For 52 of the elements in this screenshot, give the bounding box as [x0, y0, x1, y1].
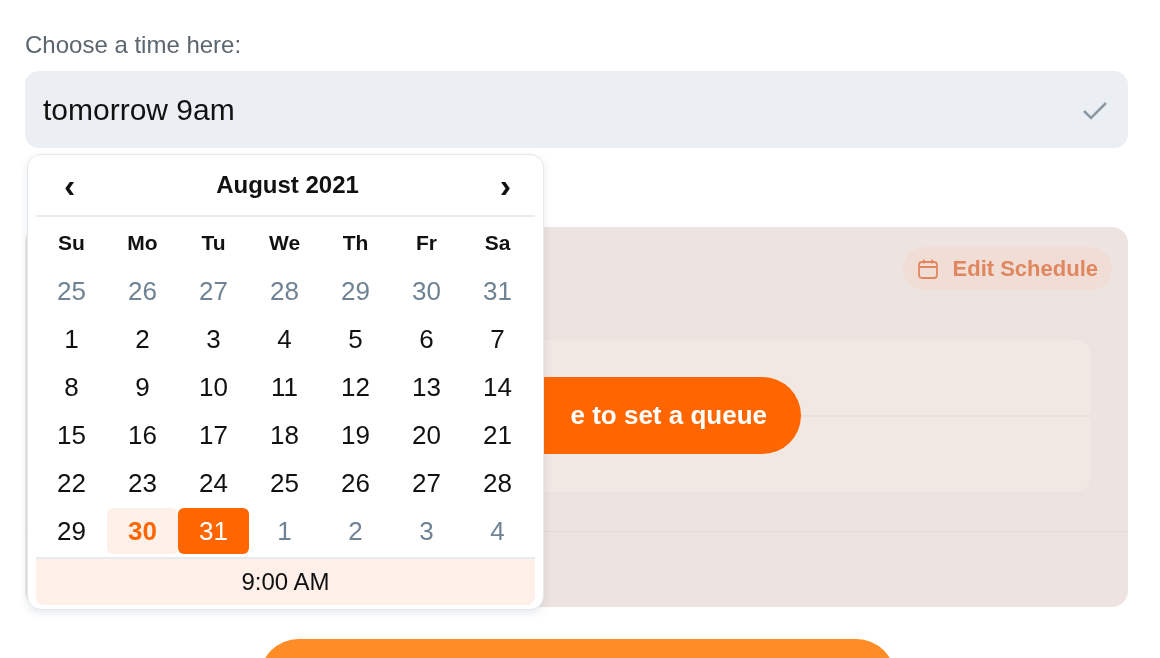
- weekday-label: We: [267, 231, 302, 255]
- calendar-day[interactable]: 18: [249, 412, 320, 458]
- calendar-day[interactable]: 2: [107, 316, 178, 362]
- weekday-label: Sa: [483, 231, 512, 255]
- calendar-day[interactable]: 12: [320, 364, 391, 410]
- calendar-day[interactable]: 11: [249, 364, 320, 410]
- calendar-day[interactable]: 29: [320, 268, 391, 314]
- calendar-day[interactable]: 10: [178, 364, 249, 410]
- time-option[interactable]: 9:00 AM: [36, 557, 535, 605]
- calendar-day[interactable]: 30: [391, 268, 462, 314]
- calendar-day[interactable]: 27: [178, 268, 249, 314]
- calendar-day[interactable]: 29: [36, 508, 107, 554]
- calendar-day[interactable]: 19: [320, 412, 391, 458]
- calendar-day[interactable]: 6: [391, 316, 462, 362]
- calendar-day[interactable]: 4: [462, 508, 533, 554]
- calendar-day[interactable]: 9: [107, 364, 178, 410]
- calendar-day[interactable]: 28: [462, 460, 533, 506]
- calendar-day[interactable]: 22: [36, 460, 107, 506]
- calendar-day[interactable]: 1: [249, 508, 320, 554]
- next-month-button[interactable]: ›: [493, 168, 517, 202]
- calendar-day[interactable]: 5: [320, 316, 391, 362]
- weekday-label: Th: [341, 231, 370, 255]
- calendar-day[interactable]: 4: [249, 316, 320, 362]
- calendar-day[interactable]: 15: [36, 412, 107, 458]
- calendar-day[interactable]: 20: [391, 412, 462, 458]
- calendar-day[interactable]: 26: [320, 460, 391, 506]
- calendar-day[interactable]: 25: [249, 460, 320, 506]
- previous-month-button[interactable]: ‹: [58, 168, 82, 202]
- calendar-day[interactable]: 13: [391, 364, 462, 410]
- calendar-day[interactable]: 27: [391, 460, 462, 506]
- calendar-day[interactable]: 7: [462, 316, 533, 362]
- calendar-day[interactable]: 3: [391, 508, 462, 554]
- weekday-label: Mo: [126, 231, 159, 255]
- weekday-label: Tu: [200, 231, 227, 255]
- weekday-label: Su: [57, 231, 86, 255]
- calendar-day[interactable]: 26: [107, 268, 178, 314]
- calendar-day[interactable]: 3: [178, 316, 249, 362]
- weekday-label: Fr: [415, 231, 438, 255]
- calendar-day[interactable]: 16: [107, 412, 178, 458]
- calendar-day[interactable]: 28: [249, 268, 320, 314]
- calendar-day[interactable]: 17: [178, 412, 249, 458]
- calendar-day[interactable]: 31: [462, 268, 533, 314]
- calendar-day[interactable]: 25: [36, 268, 107, 314]
- calendar-day[interactable]: 2: [320, 508, 391, 554]
- month-title: August 2021: [216, 171, 359, 199]
- calendar-day[interactable]: 23: [107, 460, 178, 506]
- calendar-day[interactable]: 8: [36, 364, 107, 410]
- calendar-icon: [916, 257, 939, 280]
- calendar-day[interactable]: 1: [36, 316, 107, 362]
- field-label: Choose a time here:: [25, 30, 243, 60]
- time-input-field[interactable]: tomorrow 9am: [25, 71, 1128, 148]
- calendar-day[interactable]: 24: [178, 460, 249, 506]
